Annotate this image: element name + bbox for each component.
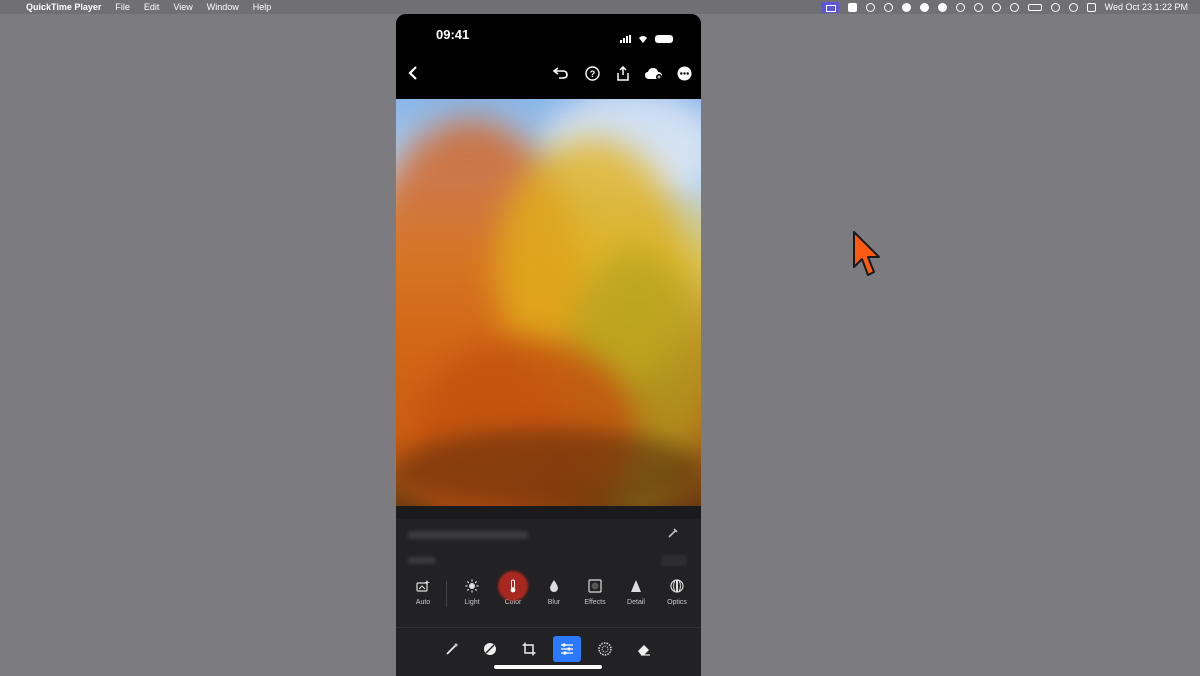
editor-toolbar: ? [396,54,701,99]
effects-icon [588,578,602,596]
crop-icon[interactable] [515,636,543,662]
adjust-tools: Auto Light Color Blur Effects Detail Opt… [396,577,701,619]
tool-effects[interactable]: Effects [575,577,615,606]
photo-preview[interactable] [396,99,701,506]
undo-icon[interactable] [552,64,570,82]
phone-screen: 09:41 ? Auto Light Color Blur Effects De… [396,14,701,676]
screen-mirroring-icon[interactable] [820,1,839,13]
tool-blur[interactable]: Blur [534,577,574,606]
tool-label: Effects [584,599,606,606]
wifi-icon [637,30,649,48]
search-icon[interactable] [1068,2,1078,12]
battery-icon[interactable] [1027,3,1042,11]
thermometer-icon [509,579,517,596]
app-menu[interactable]: QuickTime Player [26,2,101,12]
mouse-cursor-icon [852,231,882,282]
creative-cloud-icon[interactable] [919,2,929,12]
cellular-signal-icon [620,35,631,43]
menu-bar-clock[interactable]: Wed Oct 23 1:22 PM [1105,2,1188,12]
bottom-toolbar [396,627,701,676]
back-chevron-icon[interactable] [404,64,422,82]
menu-edit[interactable]: Edit [144,2,160,12]
tool-detail[interactable]: Detail [616,577,656,606]
battery-icon [655,35,673,43]
menu-help[interactable]: Help [253,2,272,12]
eyedropper-icon[interactable] [667,527,679,539]
cloud-icon[interactable] [865,2,875,12]
temp-slider-label [408,557,436,564]
triangle-icon [630,579,642,596]
sync-app-icon[interactable] [901,2,911,12]
menu-bar: QuickTime Player File Edit View Window H… [0,0,1200,14]
svg-text:?: ? [589,69,595,79]
time-machine-icon[interactable] [973,2,983,12]
tool-label: Detail [627,599,645,606]
auto-icon [416,579,430,595]
tool-label: Optics [667,599,687,606]
tool-color[interactable]: Color [493,577,533,606]
eraser-icon[interactable] [630,636,658,662]
tool-optics[interactable]: Optics [657,577,697,606]
edit-panel: Auto Light Color Blur Effects Detail Opt… [396,519,701,676]
tool-label: Light [464,599,480,606]
menu-window[interactable]: Window [207,2,239,12]
checkmark-app-icon[interactable] [847,2,857,12]
sun-icon [465,579,479,596]
masking-icon[interactable] [591,636,619,662]
tool-label: Blur [547,599,561,606]
user-icon[interactable] [991,2,1001,12]
share-icon[interactable] [614,64,632,82]
moon-icon[interactable] [955,2,965,12]
adjust-sliders-icon[interactable] [553,636,581,662]
temp-slider-value[interactable] [661,555,687,566]
home-indicator[interactable] [494,665,602,669]
lens-icon [670,578,684,596]
menu-file[interactable]: File [115,2,130,12]
help-icon[interactable]: ? [583,64,601,82]
more-icon[interactable] [675,64,693,82]
status-bar: 09:41 [396,14,701,54]
tool-light[interactable]: Light [452,577,492,606]
magic-wand-icon[interactable] [438,636,466,662]
tool-label: Auto [415,599,431,606]
control-center-icon[interactable] [1086,2,1096,12]
menu-view[interactable]: View [173,2,192,12]
tool-auto[interactable]: Auto [403,577,443,606]
cloud-sync-icon[interactable] [643,64,665,82]
play-icon[interactable] [1009,2,1019,12]
drop-icon [549,579,559,595]
status-time: 09:41 [436,27,470,42]
wifi-icon[interactable] [1050,2,1060,12]
preset-selector[interactable] [408,531,528,539]
healing-icon[interactable] [476,636,504,662]
globe-icon[interactable] [883,2,893,12]
gear-icon[interactable] [937,2,947,12]
